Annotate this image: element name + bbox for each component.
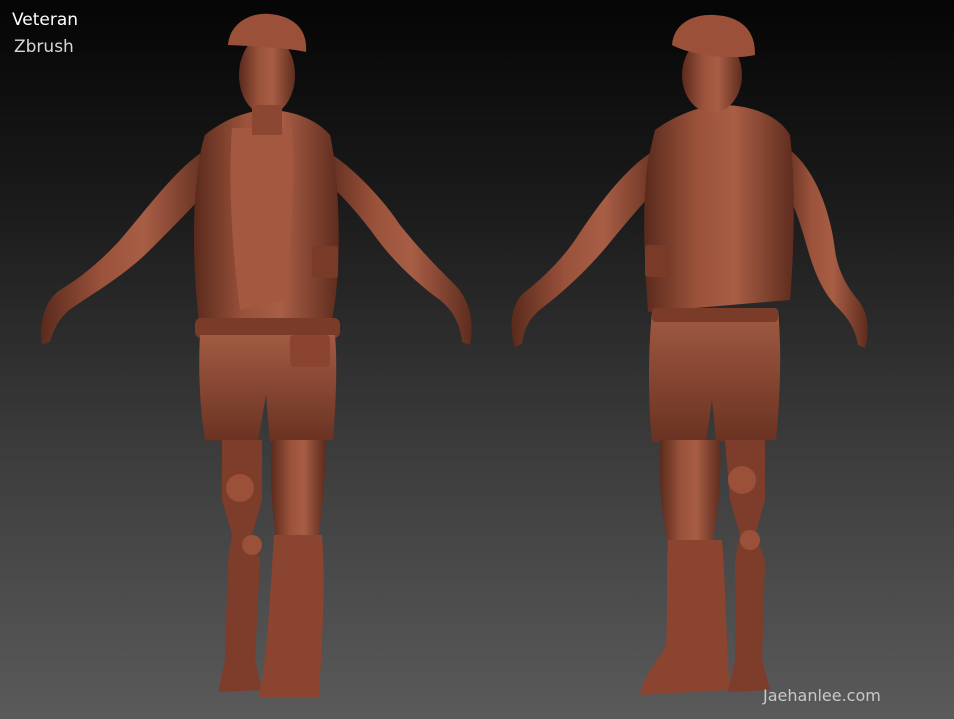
front-knee-joint [226, 474, 254, 502]
model-title: Veteran [12, 10, 79, 30]
front-view-figure [40, 13, 472, 698]
back-knee-joint [728, 466, 756, 494]
front-cap [228, 13, 307, 52]
back-belt [652, 308, 778, 322]
front-pouch [312, 246, 338, 278]
back-left-leg [659, 440, 721, 545]
front-right-arm [322, 150, 472, 345]
back-view-figure [511, 14, 868, 695]
front-left-arm [40, 150, 213, 345]
front-boot [258, 535, 324, 698]
back-shorts [649, 310, 781, 442]
front-right-leg [271, 440, 326, 540]
back-ankle-joint [740, 530, 760, 550]
back-left-arm [511, 150, 665, 347]
front-ankle-joint [242, 535, 262, 555]
back-cap [672, 14, 756, 58]
front-hip-pouch [290, 335, 330, 367]
sculpt-render [40, 13, 868, 698]
artist-watermark: Jaehanlee.com [763, 686, 881, 705]
back-pouch [645, 245, 671, 277]
back-vest [644, 105, 794, 312]
front-chest [230, 128, 294, 310]
software-label: Zbrush [14, 37, 74, 57]
back-boot [640, 540, 730, 695]
front-neck [252, 105, 282, 135]
render-canvas: Veteran Zbrush Jaehanlee.com [0, 0, 954, 719]
